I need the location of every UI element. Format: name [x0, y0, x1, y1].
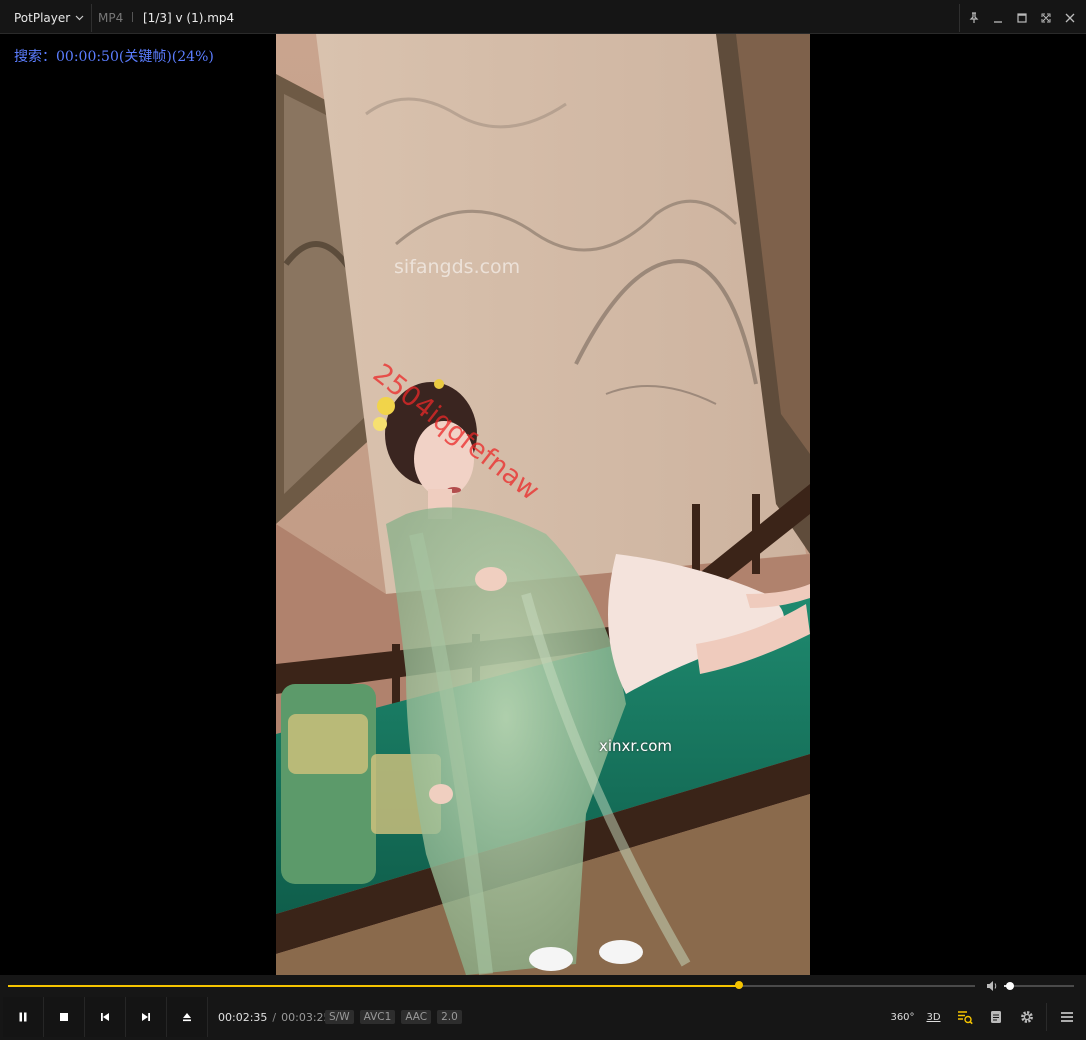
document-icon [990, 1011, 1001, 1023]
stop-icon [60, 1013, 68, 1021]
stop-button[interactable] [44, 997, 85, 1037]
app-name: PotPlayer [14, 11, 71, 25]
volume-icon[interactable] [985, 979, 999, 993]
audio-channels-badge[interactable]: 2.0 [437, 1010, 462, 1024]
volume-slider-handle[interactable] [1005, 982, 1014, 990]
maximize-icon [1017, 13, 1027, 23]
chevron-down-icon [75, 15, 84, 21]
control-bar: 00:02:35 / 00:03:25 S/W AVC1 AAC 2.0 360… [0, 975, 1086, 1040]
fullscreen-icon [1041, 13, 1051, 23]
subtitle-button[interactable] [980, 997, 1011, 1037]
skip-next-icon [142, 1013, 150, 1021]
title-bar: PotPlayer MP4 [1/3] v (1).mp4 [0, 0, 1086, 34]
fullscreen-button[interactable] [1034, 4, 1058, 32]
seek-bar-played [8, 985, 740, 987]
video-picture [276, 34, 810, 975]
window-controls [959, 4, 1082, 32]
watermark-site: sifangds.com [394, 256, 521, 278]
time-separator: / [272, 1011, 277, 1024]
maximize-button[interactable] [1010, 4, 1034, 32]
seek-bar[interactable] [8, 981, 975, 989]
control-divider [1046, 1003, 1047, 1031]
stereo-3d-button[interactable]: 3D [918, 997, 949, 1037]
pin-icon [969, 12, 979, 23]
format-label: MP4 [98, 11, 124, 25]
watermark-brand: xinxr.com [599, 737, 673, 755]
decoder-badge[interactable]: S/W [325, 1010, 354, 1024]
minimize-button[interactable] [986, 4, 1010, 32]
title-divider [132, 12, 133, 22]
stream-info-badges: S/W AVC1 AAC 2.0 [325, 1010, 462, 1024]
volume-slider[interactable] [1004, 982, 1074, 990]
playlist-search-button[interactable] [949, 997, 980, 1037]
pin-button[interactable] [962, 4, 986, 32]
pause-button[interactable] [3, 997, 44, 1037]
video-codec-badge[interactable]: AVC1 [359, 1010, 396, 1024]
next-button[interactable] [126, 997, 167, 1037]
seek-bar-handle[interactable] [735, 981, 744, 989]
playback-buttons [3, 997, 208, 1037]
file-title: [1/3] v (1).mp4 [143, 11, 235, 25]
playlist-search-icon [957, 1011, 973, 1025]
right-control-buttons: 360° 3D [887, 997, 1082, 1037]
close-button[interactable] [1058, 4, 1082, 32]
total-duration: 00:03:25 [281, 1011, 331, 1024]
stereo-3d-label: 3D [926, 1011, 941, 1023]
gear-icon [1020, 1011, 1033, 1023]
hamburger-menu-icon [1060, 1012, 1073, 1022]
close-icon [1065, 13, 1075, 23]
seek-osd-message: 搜索：00:00:50(关键帧)(24%) [14, 49, 214, 65]
eject-icon [183, 1013, 191, 1022]
current-time: 00:02:35 [218, 1011, 268, 1024]
vr-360-button[interactable]: 360° [887, 997, 918, 1037]
audio-codec-badge[interactable]: AAC [401, 1010, 432, 1024]
pause-icon [19, 1012, 27, 1022]
eject-button[interactable] [167, 997, 208, 1037]
skip-previous-icon [101, 1013, 109, 1021]
app-menu-button[interactable]: PotPlayer [6, 4, 92, 32]
settings-button[interactable] [1011, 997, 1042, 1037]
minimize-icon [994, 21, 1002, 23]
main-menu-button[interactable] [1051, 997, 1082, 1037]
vr-360-label: 360° [890, 1011, 915, 1023]
previous-button[interactable] [85, 997, 126, 1037]
time-display[interactable]: 00:02:35 / 00:03:25 [218, 1011, 331, 1024]
video-frame[interactable]: sifangds.com 2504iqgfefnaw xinxr.com [276, 34, 810, 975]
